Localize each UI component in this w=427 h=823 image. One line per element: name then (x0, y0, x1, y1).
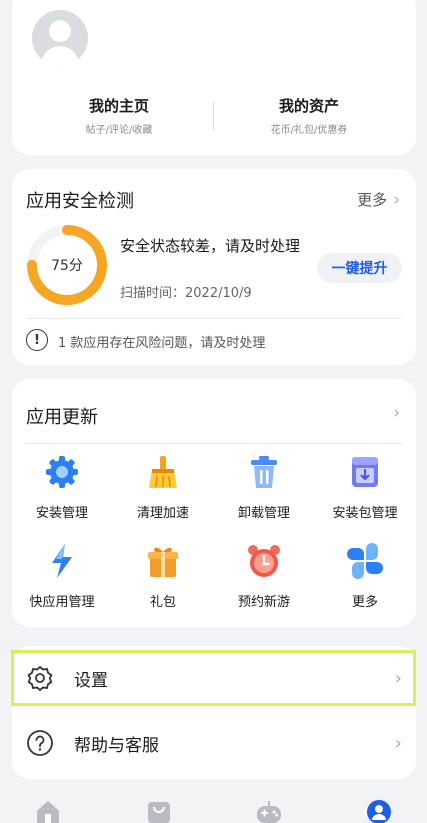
my-homepage-title: 我的主页 (88, 97, 149, 115)
menu-card: 设置 › 帮助与客服 › (12, 646, 416, 779)
avatar-head-shape (49, 20, 71, 42)
security-title: 应用安全检测 (26, 191, 134, 212)
chevron-right-icon: › (393, 189, 400, 210)
avatar-body-shape (41, 46, 79, 66)
gift-item[interactable]: 礼包 (113, 543, 213, 610)
security-check-card: 应用安全检测 更多 › 75分 安全状态较差，请及时处理 扫描时间：2022/1… (12, 169, 416, 365)
clean-speedup-label: 清理加速 (136, 506, 189, 521)
avatar[interactable] (32, 10, 88, 66)
security-score: 75分 (51, 258, 83, 274)
install-manage-item[interactable]: 安装管理 (12, 454, 112, 521)
security-more-link[interactable]: 更多 › (357, 189, 400, 210)
package-manage-label: 安装包管理 (332, 506, 398, 521)
trash-icon (246, 454, 282, 490)
reserve-new-game-item[interactable]: 预约新游 (214, 543, 314, 610)
gift-icon (145, 543, 181, 579)
install-manage-label: 安装管理 (35, 506, 88, 521)
uninstall-manage-item[interactable]: 卸载管理 (214, 454, 314, 521)
my-homepage-subtitle: 帖子/评论/收藏 (85, 125, 153, 136)
alarm-clock-icon (246, 543, 282, 579)
app-update-card: 应用更新 › 安装管理 清理加速 卸载管理 安装包管理 快应用管理 礼包 预约新… (12, 379, 416, 627)
my-assets-subtitle: 花币/礼包/优惠券 (270, 125, 348, 136)
settings-gear-icon (26, 664, 54, 692)
settings-row[interactable]: 设置 › (12, 648, 416, 708)
shop-tab-icon[interactable] (145, 798, 173, 823)
help-service-label: 帮助与客服 (74, 735, 159, 756)
help-service-row[interactable]: 帮助与客服 › (12, 713, 416, 773)
gift-label: 礼包 (149, 595, 176, 610)
reserve-new-game-label: 预约新游 (237, 595, 290, 610)
app-update-more[interactable]: › (393, 403, 400, 423)
more-label: 更多 (351, 595, 378, 610)
security-more-label: 更多 (357, 191, 388, 209)
chevron-right-icon: › (394, 732, 402, 754)
warning-icon: ! (26, 329, 48, 351)
settings-label: 设置 (74, 670, 108, 691)
scan-time-text: 扫描时间：2022/10/9 (120, 286, 252, 301)
grid-more-icon (347, 543, 383, 579)
security-score-ring: 75分 (26, 224, 108, 306)
lightning-icon (44, 543, 80, 579)
my-assets-link[interactable]: 我的资产 花币/礼包/优惠券 (214, 95, 404, 136)
chevron-right-icon: › (393, 403, 400, 423)
profile-tab-icon[interactable] (365, 798, 393, 823)
security-status-text: 安全状态较差，请及时处理 (120, 237, 301, 255)
divider (26, 443, 402, 444)
gear-icon (44, 454, 80, 490)
help-icon (26, 729, 54, 757)
game-tab-icon[interactable] (255, 798, 283, 823)
clean-speedup-item[interactable]: 清理加速 (113, 454, 213, 521)
package-icon (347, 454, 383, 490)
my-homepage-link[interactable]: 我的主页 帖子/评论/收藏 (24, 95, 214, 136)
chevron-right-icon: › (394, 667, 402, 689)
uninstall-manage-label: 卸载管理 (237, 506, 290, 521)
broom-icon (145, 454, 181, 490)
more-item[interactable]: 更多 (315, 543, 415, 610)
home-tab-icon[interactable] (34, 798, 62, 823)
app-update-title: 应用更新 (26, 407, 98, 428)
risk-warning-text[interactable]: 1 款应用存在风险问题，请及时处理 (58, 332, 265, 351)
quick-app-manage-item[interactable]: 快应用管理 (12, 543, 112, 610)
package-manage-item[interactable]: 安装包管理 (315, 454, 415, 521)
bottom-nav (0, 798, 427, 823)
my-assets-title: 我的资产 (278, 97, 339, 115)
one-click-boost-button[interactable]: 一键提升 (317, 253, 402, 283)
profile-card: 我的主页 帖子/评论/收藏 我的资产 花币/礼包/优惠券 (12, 0, 416, 155)
divider (26, 318, 402, 319)
quick-app-manage-label: 快应用管理 (29, 595, 95, 610)
